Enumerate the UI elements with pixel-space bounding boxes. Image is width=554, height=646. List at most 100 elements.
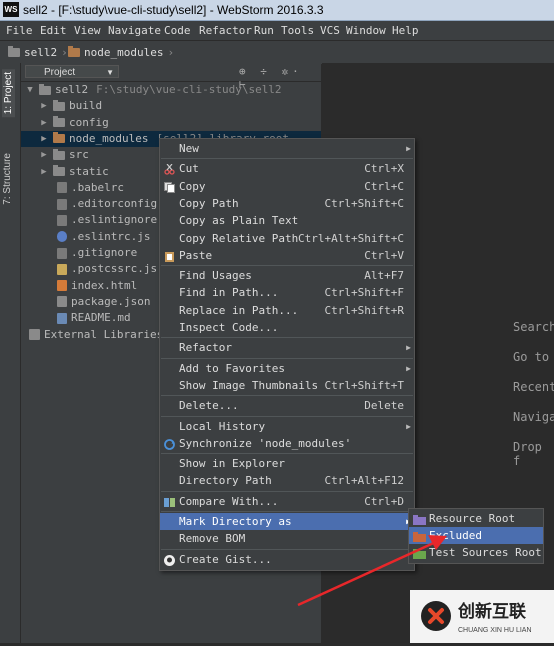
breadcrumb-label: node_modules [84, 46, 164, 59]
menu-item-mark-directory-as[interactable]: Mark Directory as▶ [160, 513, 414, 530]
menu-item-find-usages[interactable]: Find Usages Alt+F7 [160, 267, 414, 284]
submenu-arrow-icon: ▶ [406, 421, 411, 431]
menu-item-shortcut: Ctrl+X [364, 162, 404, 176]
menu-item-paste[interactable]: Paste Ctrl+V [160, 247, 414, 264]
menu-bar: File Edit View Navigate Code Refactor Run Tools… [0, 21, 554, 40]
menu-code[interactable]: Code [164, 24, 191, 37]
menu-item-label: Replace in Path... [179, 303, 299, 317]
project-view-selector[interactable]: Project ▼ [25, 65, 119, 78]
breadcrumb-item-root[interactable]: sell2 › [8, 46, 68, 59]
menu-item-compare-with[interactable]: Compare With... Ctrl+D [160, 493, 414, 510]
submenu-item-test-sources-root[interactable]: Test Sources Root [409, 544, 543, 561]
submenu-item-excluded[interactable]: Excluded [409, 527, 543, 544]
breadcrumb-item-node-modules[interactable]: node_modules › [68, 46, 174, 59]
tree-item-label: .babelrc [71, 180, 124, 194]
tree-item-sell2[interactable]: ▼ sell2 F:\study\vue-cli-study\sell2 [21, 82, 321, 98]
menu-item-refactor[interactable]: Refactor ▶ [160, 339, 414, 356]
menu-item-local-history[interactable]: Local History ▶ [160, 418, 414, 435]
file-icon [57, 214, 67, 226]
window-title: sell2 - [F:\study\vue-cli-study\sell2] -… [23, 3, 324, 17]
watermark-logo: 创新互联 CHUANG XIN HU LIAN [410, 590, 554, 643]
tree-item-label: .editorconfig [71, 197, 158, 211]
menu-window[interactable]: Window [346, 24, 386, 37]
menu-item-new[interactable]: New ▶ [160, 140, 414, 157]
copy-icon [164, 181, 175, 193]
menu-refactor[interactable]: Refactor [199, 24, 252, 37]
menu-item-copy-path[interactable]: Copy Path Ctrl+Shift+C [160, 195, 414, 212]
tree-item-build[interactable]: ▶ build [21, 98, 321, 114]
menu-item-inspect-code[interactable]: Inspect Code... [160, 319, 414, 336]
menu-help[interactable]: Help [392, 24, 419, 37]
mark-directory-submenu: Resource Root Excluded Test Sources Root [408, 508, 544, 564]
menu-item-add-to-favorites[interactable]: Add to Favorites ▶ [160, 360, 414, 377]
project-panel-header: Project ▼ ⊕ ÷ ✲· ⊢ [21, 63, 321, 91]
compare-icon [164, 496, 175, 507]
menu-item-label: Compare With... [179, 494, 279, 508]
menu-item-directory-path[interactable]: Directory Path Ctrl+Alt+F12 [160, 472, 414, 489]
tree-item-label: index.html [71, 278, 138, 292]
menu-separator [161, 415, 413, 417]
folder-icon [53, 165, 65, 176]
collapse-arrow-icon[interactable]: ▶ [39, 115, 49, 131]
submenu-item-resource-root[interactable]: Resource Root [409, 510, 543, 527]
breadcrumb-label: sell2 [24, 46, 58, 59]
menu-vcs[interactable]: VCS [320, 24, 340, 37]
menu-item-remove-bom[interactable]: Remove BOM [160, 530, 414, 547]
menu-item-copy[interactable]: Copy Ctrl+C [160, 178, 414, 195]
tree-item-label: sell2 [55, 83, 89, 96]
menu-item-copy-as-plain-text[interactable]: Copy as Plain Text [160, 212, 414, 229]
menu-view[interactable]: View [74, 24, 101, 37]
menu-separator [161, 357, 413, 359]
menu-item-label: Cut [179, 162, 199, 176]
menu-item-cut[interactable]: Cut Ctrl+X [160, 160, 414, 177]
tree-item-label: .eslintrc.js [71, 229, 151, 243]
menu-item-label: Add to Favorites [179, 361, 285, 375]
tool-window-strip: 1: Project 7: Structure [0, 63, 21, 643]
menu-item-shortcut: Ctrl+Shift+F [324, 286, 404, 300]
menu-edit[interactable]: Edit [40, 24, 67, 37]
collapse-arrow-icon[interactable]: ▶ [39, 147, 49, 163]
chevron-right-icon: › [167, 46, 175, 59]
menu-item-create-gist[interactable]: Create Gist... [160, 551, 414, 568]
menu-navigate[interactable]: Navigate [108, 24, 161, 37]
tree-item-label: README.md [71, 311, 131, 325]
editor-hint: Go to [513, 350, 550, 364]
menu-item-show-in-explorer[interactable]: Show in Explorer [160, 455, 414, 472]
tree-item-config[interactable]: ▶ config [21, 115, 321, 131]
file-icon [57, 312, 67, 324]
menu-item-label: Inspect Code... [179, 321, 279, 334]
editor-hint: Recent [513, 380, 554, 394]
menu-item-replace-in-path[interactable]: Replace in Path... Ctrl+Shift+R [160, 302, 414, 319]
tool-tab-structure[interactable]: 7: Structure [2, 153, 13, 205]
file-icon [57, 182, 67, 194]
submenu-arrow-icon: ▶ [406, 144, 411, 153]
menu-item-delete[interactable]: Delete... Delete [160, 397, 414, 414]
menu-item-label: Directory Path [179, 474, 272, 488]
menu-item-label: Copy as Plain Text [179, 214, 299, 228]
editor-hint: Search [513, 320, 554, 334]
file-icon [57, 198, 67, 210]
file-icon [57, 247, 67, 259]
menu-item-show-image-thumbnails[interactable]: Show Image Thumbnails Ctrl+Shift+T [160, 377, 414, 394]
expand-arrow-icon[interactable]: ▼ [25, 82, 35, 98]
menu-item-label: Create Gist... [179, 552, 272, 566]
collapse-arrow-icon[interactable]: ▶ [39, 131, 49, 147]
menu-item-copy-relative-path[interactable]: Copy Relative Path Ctrl+Alt+Shift+C [160, 230, 414, 247]
folder-icon [8, 46, 20, 57]
menu-item-synchronize-node-modules[interactable]: Synchronize 'node_modules' [160, 435, 414, 452]
menu-item-label: Synchronize 'node_modules' [179, 436, 352, 450]
menu-tools[interactable]: Tools [281, 24, 314, 37]
menu-file[interactable]: File [6, 24, 33, 37]
window-titlebar: WS sell2 - [F:\study\vue-cli-study\sell2… [0, 0, 554, 21]
menu-item-find-in-path[interactable]: Find in Path... Ctrl+Shift+F [160, 284, 414, 301]
menu-run[interactable]: Run [254, 24, 274, 37]
folder-icon [53, 148, 65, 160]
tool-tab-project[interactable]: 1: Project [2, 69, 15, 118]
sync-icon [164, 438, 175, 450]
collapse-arrow-icon[interactable]: ▶ [39, 98, 49, 114]
tree-item-extra: F:\study\vue-cli-study\sell2 [96, 83, 282, 96]
collapse-arrow-icon[interactable]: ▶ [39, 164, 49, 180]
menu-item-label: Find Usages [179, 269, 252, 283]
webstorm-logo-icon: WS [3, 2, 19, 17]
tree-item-label: package.json [71, 294, 151, 308]
